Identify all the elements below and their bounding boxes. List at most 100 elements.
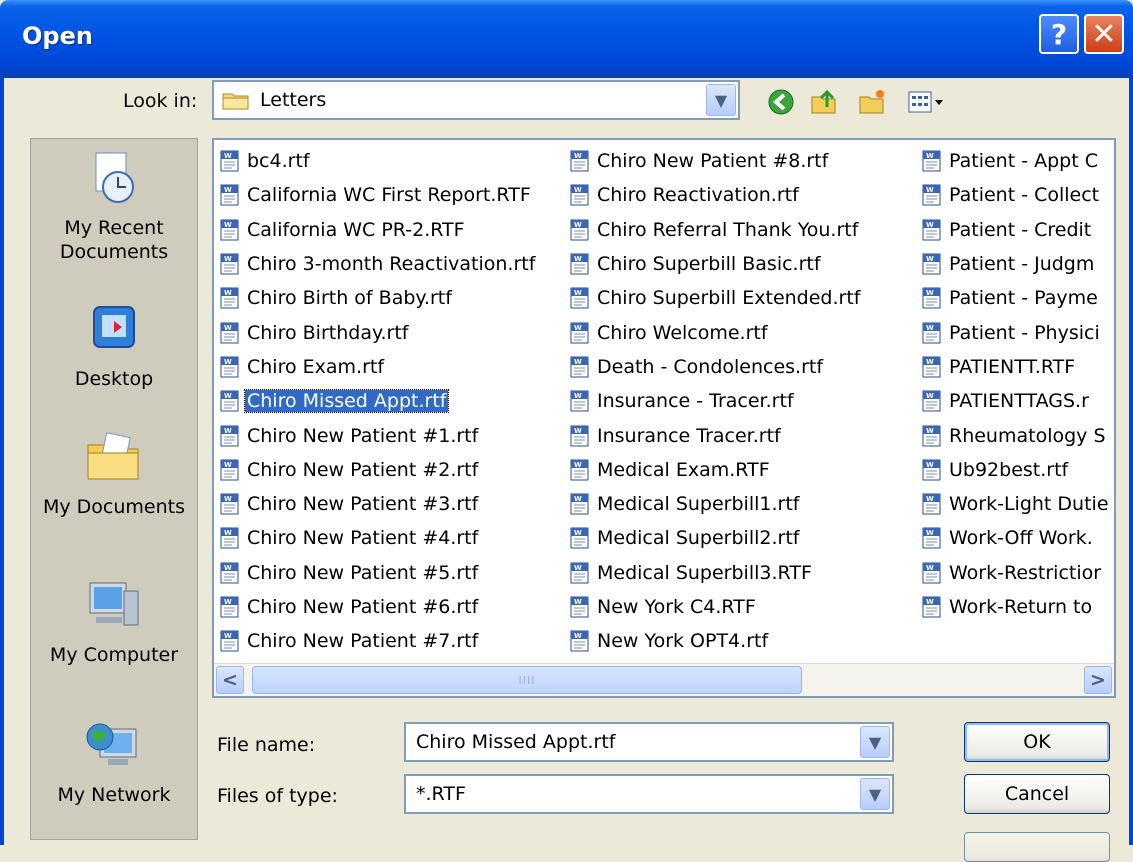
file-item-label: Work-Light Dutie xyxy=(949,493,1109,516)
file-item[interactable]: W Death - Condolences.rtf xyxy=(568,350,862,384)
partial-button xyxy=(964,832,1110,862)
file-item[interactable]: W Chiro New Patient #5.rtf xyxy=(218,556,537,590)
file-item-label: Insurance Tracer.rtf xyxy=(597,424,781,447)
scroll-thumb[interactable]: IIII xyxy=(252,666,802,694)
file-item[interactable]: W Chiro Superbill Basic.rtf xyxy=(568,247,862,281)
place-my-network[interactable]: My Network xyxy=(31,715,197,806)
file-item[interactable]: W Chiro Superbill Extended.rtf xyxy=(568,281,862,315)
svg-text:W: W xyxy=(926,461,934,469)
svg-text:W: W xyxy=(224,632,232,640)
file-item-label: Patient - Payme xyxy=(949,287,1098,310)
scroll-right-button[interactable]: > xyxy=(1084,666,1112,694)
file-item[interactable]: W Chiro New Patient #8.rtf xyxy=(568,144,862,178)
ok-button[interactable]: OK xyxy=(964,722,1110,762)
place-label: My Computer xyxy=(49,644,179,666)
file-item[interactable]: W Chiro Welcome.rtf xyxy=(568,315,862,349)
file-item[interactable]: W New York C4.RTF xyxy=(568,590,862,624)
file-item[interactable]: W Patient - Judgm xyxy=(920,247,1111,281)
file-item[interactable]: W Chiro New Patient #1.rtf xyxy=(218,418,537,452)
file-item[interactable]: W Chiro New Patient #7.rtf xyxy=(218,624,537,658)
file-item[interactable]: W Patient - Physici xyxy=(920,315,1111,349)
file-item[interactable]: W Chiro Referral Thank You.rtf xyxy=(568,213,862,247)
svg-text:W: W xyxy=(224,255,232,263)
view-menu-icon xyxy=(908,91,943,113)
file-item[interactable]: W Chiro Missed Appt.rtf xyxy=(218,384,537,418)
title-bar[interactable]: Open ? ✕ xyxy=(0,0,1133,78)
word-document-icon: W xyxy=(570,390,589,412)
file-item[interactable]: W Patient - Collect xyxy=(920,178,1111,212)
file-item[interactable]: W Chiro Birthday.rtf xyxy=(218,315,537,349)
file-item-label: Patient - Judgm xyxy=(949,253,1095,276)
file-item[interactable]: W Patient - Appt C xyxy=(920,144,1111,178)
file-item[interactable]: W Work-Return to xyxy=(920,590,1111,624)
file-item[interactable]: W Ub92best.rtf xyxy=(920,453,1111,487)
file-item[interactable]: W Insurance - Tracer.rtf xyxy=(568,384,862,418)
new-folder-button[interactable] xyxy=(856,86,888,118)
back-button[interactable] xyxy=(765,86,797,118)
file-item[interactable]: W Medical Exam.RTF xyxy=(568,453,862,487)
file-item[interactable]: W PATIENTTAGS.r xyxy=(920,384,1111,418)
word-document-icon: W xyxy=(220,527,239,549)
file-item[interactable]: W Chiro New Patient #2.rtf xyxy=(218,453,537,487)
place-recent-documents[interactable]: My Recent Documents xyxy=(31,147,197,264)
file-item[interactable]: W Patient - Credit xyxy=(920,213,1111,247)
look-in-combo[interactable]: Letters ▼ xyxy=(212,80,740,120)
file-item[interactable]: W Work-Light Dutie xyxy=(920,487,1111,521)
file-item[interactable]: W PATIENTT.RTF xyxy=(920,350,1111,384)
word-document-icon: W xyxy=(220,150,239,172)
chevron-down-icon[interactable]: ▼ xyxy=(706,84,736,116)
file-item[interactable]: Wbc4.rtf xyxy=(218,144,537,178)
word-document-icon: W xyxy=(220,253,239,275)
svg-text:W: W xyxy=(224,392,232,400)
file-item[interactable]: W Rheumatology S xyxy=(920,418,1111,452)
file-item[interactable]: W Insurance Tracer.rtf xyxy=(568,418,862,452)
file-item-label: Ub92best.rtf xyxy=(949,458,1069,481)
file-item-label: Chiro Superbill Extended.rtf xyxy=(597,287,861,310)
word-document-icon: W xyxy=(922,390,941,412)
svg-text:W: W xyxy=(574,289,582,297)
chevron-down-icon[interactable]: ▼ xyxy=(860,778,890,810)
svg-text:W: W xyxy=(224,598,232,606)
up-folder-button[interactable] xyxy=(808,86,840,118)
word-document-icon: W xyxy=(570,219,589,241)
file-item[interactable]: W New York OPT4.rtf xyxy=(568,624,862,658)
word-document-icon: W xyxy=(922,425,941,447)
file-item[interactable]: W Chiro Exam.rtf xyxy=(218,350,537,384)
file-item[interactable]: W Chiro New Patient #6.rtf xyxy=(218,590,537,624)
svg-text:W: W xyxy=(926,392,934,400)
file-item[interactable]: W Medical Superbill2.rtf xyxy=(568,521,862,555)
file-item[interactable]: W Chiro New Patient #3.rtf xyxy=(218,487,537,521)
place-desktop[interactable]: Desktop xyxy=(31,299,197,390)
scroll-left-button[interactable]: < xyxy=(216,666,244,694)
help-button[interactable]: ? xyxy=(1039,14,1079,54)
file-item[interactable]: W Chiro 3-month Reactivation.rtf xyxy=(218,247,537,281)
file-name-label: File name: xyxy=(217,734,316,756)
place-my-computer[interactable]: My Computer xyxy=(31,575,197,666)
file-item[interactable]: W Work-Off Work. xyxy=(920,521,1111,555)
file-item[interactable]: W Patient - Payme xyxy=(920,281,1111,315)
file-list[interactable]: Wbc4.rtf W California WC First Report.RTF W… xyxy=(212,138,1116,698)
word-document-icon: W xyxy=(922,562,941,584)
file-item[interactable]: W Work-Restrictior xyxy=(920,556,1111,590)
place-my-documents[interactable]: My Documents xyxy=(31,427,197,518)
file-item[interactable]: W California WC First Report.RTF xyxy=(218,178,537,212)
file-item-label: Chiro New Patient #3.rtf xyxy=(247,493,479,516)
file-item[interactable]: W California WC PR-2.RTF xyxy=(218,213,537,247)
close-button[interactable]: ✕ xyxy=(1084,14,1124,54)
file-item-label: Rheumatology S xyxy=(949,424,1106,447)
view-menu-button[interactable] xyxy=(904,86,950,118)
file-item[interactable]: W Medical Superbill3.RTF xyxy=(568,556,862,590)
cancel-button[interactable]: Cancel xyxy=(964,774,1110,814)
svg-text:W: W xyxy=(574,392,582,400)
file-type-select[interactable]: *.RTF ▼ xyxy=(404,774,894,814)
file-item-label: Patient - Collect xyxy=(949,184,1100,207)
file-item[interactable]: W Chiro New Patient #4.rtf xyxy=(218,521,537,555)
file-item[interactable]: W Medical Superbill1.rtf xyxy=(568,487,862,521)
chevron-down-icon[interactable]: ▼ xyxy=(860,726,890,758)
horizontal-scrollbar[interactable]: < IIII > xyxy=(214,663,1114,696)
file-name-input[interactable]: Chiro Missed Appt.rtf ▼ xyxy=(404,722,894,762)
file-item[interactable]: W Chiro Birth of Baby.rtf xyxy=(218,281,537,315)
file-item-label: Medical Superbill1.rtf xyxy=(597,493,800,516)
file-item[interactable]: W Chiro Reactivation.rtf xyxy=(568,178,862,212)
svg-text:W: W xyxy=(574,632,582,640)
